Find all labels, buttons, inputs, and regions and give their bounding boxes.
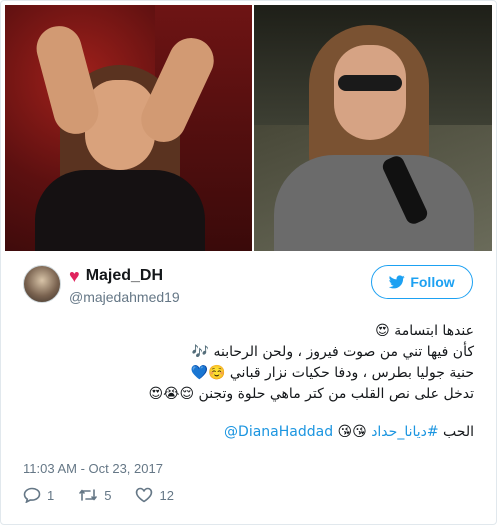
reply-action[interactable]: 1 [23,487,54,503]
tweet-media[interactable] [5,5,492,251]
retweet-action[interactable]: 5 [78,487,111,503]
like-action[interactable]: 12 [135,487,174,503]
body-shape [35,170,205,251]
tweet-line: حنية جوليا بطرس ، ودفا حكيات نزار قباني … [190,365,474,381]
timestamp[interactable]: 11:03 AM - Oct 23, 2017 [23,461,163,476]
retweet-count: 5 [104,487,112,503]
like-count: 12 [159,487,174,503]
sunglasses-shape [338,75,402,91]
tweet-line: كأن فيها تني من صوت فيروز ، ولحن الرحابن… [191,344,474,360]
display-name[interactable]: Majed_DH [86,267,163,285]
photo-left[interactable] [5,5,252,251]
tweet-text: عندها ابتسامة 😍 كأن فيها تني من صوت فيرو… [34,321,474,443]
user-handle[interactable]: @majedahmed19 [69,289,180,305]
reply-count: 1 [47,487,55,503]
jacket-shape [274,155,474,251]
kiss-emojis: 😘😘 [333,424,372,440]
tweet-line: تدخل على نص القلب من كتر ماهي حلوة وتجنن… [148,386,474,402]
heart-icon: ♥ [69,266,80,286]
follow-label: Follow [410,274,455,290]
tweet-header: ♥ Majed_DH @majedahmed19 Follow [21,265,481,311]
photo-right[interactable] [254,5,492,251]
mention-link[interactable]: @DianaHaddad [224,424,333,440]
tweet-actions: 1 5 12 [23,487,198,503]
hashtag-link[interactable]: #ديانا_حداد [371,424,438,440]
face-shape [334,45,406,140]
tweet-card: ♥ Majed_DH @majedahmed19 Follow عندها اب… [0,0,497,525]
twitter-bird-icon [389,275,406,289]
retweet-icon [79,489,98,501]
tags-prefix: الحب [438,424,474,440]
avatar[interactable] [23,265,61,303]
reply-icon [23,487,41,503]
tweet-line: عندها ابتسامة 😍 [375,323,474,339]
name-row[interactable]: ♥ Majed_DH [69,267,163,285]
follow-button[interactable]: Follow [371,265,473,299]
like-icon [136,487,153,503]
tweet-tags-line: الحب #ديانا_حداد 😘😘 @DianaHaddad [34,422,474,443]
